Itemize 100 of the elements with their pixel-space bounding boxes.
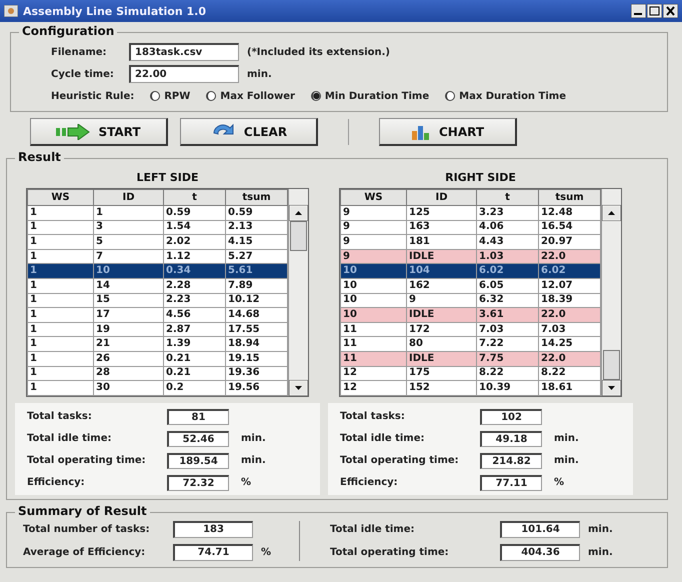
table-cell: 19.56	[226, 380, 288, 396]
table-cell: 1	[28, 336, 94, 352]
table-cell: 3	[94, 220, 164, 235]
table-row[interactable]: 11 IDLE 7.75 22.0	[340, 351, 600, 366]
column-header: WS	[340, 190, 406, 206]
table-cell: 1.39	[164, 336, 226, 352]
table-row[interactable]: 1 17 4.56 14.68	[28, 308, 288, 322]
radio-button[interactable]: Min Duration Time	[310, 90, 430, 102]
scroll-thumb[interactable]	[603, 350, 620, 380]
table-cell: 9	[340, 234, 406, 250]
refresh-icon	[213, 124, 234, 134]
table-row[interactable]: 1 1 0.59 0.59	[28, 206, 288, 220]
table-cell: 162	[406, 278, 476, 294]
unit-label: min.	[247, 68, 272, 80]
table-cell: 11	[340, 322, 406, 337]
table-row[interactable]: 10 IDLE 3.61 22.0	[340, 308, 600, 322]
unit-label: min.	[587, 524, 614, 535]
table-row[interactable]: 1 30 0.2 19.56	[28, 380, 288, 396]
table-row[interactable]: 1 3 1.54 2.13	[28, 220, 288, 235]
table-row[interactable]: 1 28 0.21 19.36	[28, 366, 288, 381]
table-cell: 22.0	[538, 249, 600, 264]
table-row[interactable]: 1 10 0.34 5.61	[28, 264, 288, 278]
table-cell: 17	[94, 308, 164, 322]
table-cell: 18.61	[538, 380, 600, 396]
table-row[interactable]: 9 181 4.43 20.97	[340, 234, 600, 250]
radio-button[interactable]: Max Follower	[206, 90, 295, 102]
table-row[interactable]: 10 162 6.05 12.07	[340, 278, 600, 294]
table-cell: 0.2	[164, 380, 226, 396]
stat-label: Efficiency:	[27, 477, 86, 488]
table-cell: 181	[406, 234, 476, 250]
value-field: 49.18	[480, 430, 542, 447]
scrollbar[interactable]	[601, 189, 621, 396]
stat-label: Total idle time:	[27, 433, 112, 444]
value-field: 74.71	[173, 544, 253, 561]
table-row[interactable]: 12 152 10.39 18.61	[340, 380, 600, 396]
table-cell: 175	[406, 366, 476, 381]
table-row[interactable]: 9 IDLE 1.03 22.0	[340, 249, 600, 264]
table-cell: 0.34	[164, 264, 226, 278]
table-cell: 11	[340, 351, 406, 366]
stat-label: Total idle time:	[330, 524, 416, 535]
table-cell: 10	[94, 264, 164, 278]
value-field: 77.11	[480, 474, 542, 491]
field-label: Heuristic Rule:	[51, 90, 134, 102]
maximize-icon[interactable]	[647, 4, 662, 18]
table-row[interactable]: 1 26 0.21 19.15	[28, 351, 288, 366]
unit-label: min.	[240, 433, 267, 444]
value-field: 183	[173, 520, 253, 538]
table-cell: 19.36	[226, 366, 288, 381]
scrollbar[interactable]	[288, 189, 308, 396]
start-button[interactable]: START	[30, 118, 168, 146]
field-label: Filename:	[51, 46, 108, 58]
group-title: Summary of Result	[15, 504, 150, 518]
scroll-thumb[interactable]	[290, 221, 307, 251]
radio-button[interactable]: Max Duration Time	[445, 90, 566, 102]
table-row[interactable]: 9 163 4.06 16.54	[340, 220, 600, 235]
stat-label: Total operating time:	[330, 546, 450, 558]
hint-text: (*Included its extension.)	[247, 46, 390, 58]
table-cell: 1	[28, 264, 94, 278]
input-field[interactable]: 22.00	[129, 65, 239, 83]
radio-button[interactable]: RPW	[150, 90, 190, 102]
table-cell: 172	[406, 322, 476, 337]
value-field: 52.46	[167, 430, 229, 447]
table-row[interactable]: 1 15 2.23 10.12	[28, 293, 288, 308]
minimize-icon[interactable]	[631, 4, 646, 18]
unit-label: min.	[553, 433, 580, 444]
column-header: ID	[94, 190, 164, 206]
input-field[interactable]: 183task.csv	[129, 43, 239, 61]
table-row[interactable]: 1 21 1.39 18.94	[28, 336, 288, 352]
scroll-up-icon[interactable]	[289, 205, 308, 221]
column-header: tsum	[226, 190, 288, 206]
chart-button[interactable]: CHART	[379, 118, 517, 146]
table-cell: 12.48	[538, 206, 600, 220]
close-icon[interactable]	[663, 4, 678, 18]
table-cell: 19.15	[226, 351, 288, 366]
table-cell: IDLE	[406, 351, 476, 366]
table-cell: 6.02	[538, 264, 600, 278]
scroll-up-icon[interactable]	[602, 205, 621, 221]
table-row[interactable]: 1 14 2.28 7.89	[28, 278, 288, 294]
table-row[interactable]: 1 19 2.87 17.55	[28, 322, 288, 337]
table-cell: 8.22	[538, 366, 600, 381]
table-cell: 20.97	[538, 234, 600, 250]
stat-label: Total tasks:	[340, 411, 406, 422]
table-row[interactable]: 1 5 2.02 4.15	[28, 234, 288, 250]
value-field: 189.54	[167, 452, 229, 469]
column-header: ID	[406, 190, 476, 206]
table-cell: 4.15	[226, 234, 288, 250]
table-row[interactable]: 10 104 6.02 6.02	[340, 264, 600, 278]
table-row[interactable]: 11 172 7.03 7.03	[340, 322, 600, 337]
clear-button[interactable]: CLEAR	[180, 118, 318, 146]
scroll-down-icon[interactable]	[602, 380, 621, 396]
table-cell: 5	[94, 234, 164, 250]
scroll-down-icon[interactable]	[289, 380, 308, 396]
table-cell: 1	[28, 293, 94, 308]
table-cell: 22.0	[538, 308, 600, 322]
table-cell: 1	[28, 206, 94, 220]
table-row[interactable]: 9 125 3.23 12.48	[340, 206, 600, 220]
table-row[interactable]: 11 80 7.22 14.25	[340, 336, 600, 352]
table-cell: 7.03	[538, 322, 600, 337]
table-row[interactable]: 12 175 8.22 8.22	[340, 366, 600, 381]
table-cell: 6.02	[476, 264, 538, 278]
